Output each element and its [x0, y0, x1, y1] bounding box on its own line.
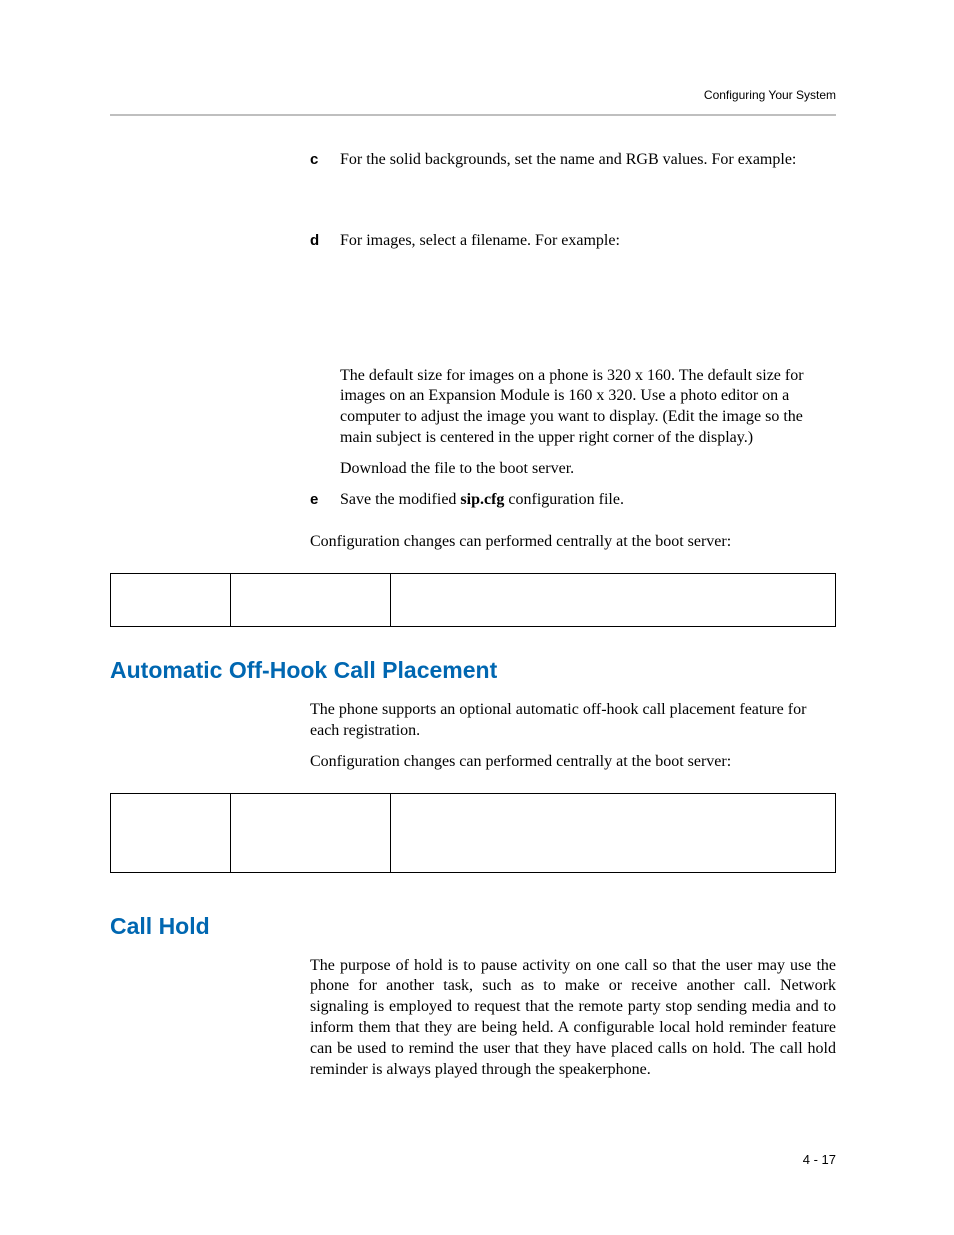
callhold-body: The purpose of hold is to pause activity…	[310, 956, 836, 1081]
running-header: Configuring Your System	[704, 88, 836, 102]
step-e-bold: sip.cfg	[460, 491, 504, 508]
step-e-after: configuration file.	[504, 491, 624, 508]
example-gap	[310, 252, 836, 356]
steps-block: c For the solid backgrounds, set the nam…	[310, 150, 836, 510]
table-cell	[391, 794, 835, 872]
config-para: Configuration changes can performed cent…	[310, 532, 836, 553]
step-e: e Save the modified sip.cfg configuratio…	[310, 490, 836, 511]
table-cell	[391, 574, 835, 626]
step-text: Save the modified sip.cfg configuration …	[340, 490, 624, 511]
header-rule	[110, 114, 836, 116]
page-number: 4 - 17	[803, 1152, 836, 1167]
table-cell	[111, 574, 231, 626]
table-cell	[231, 574, 391, 626]
offhook-para2: Configuration changes can performed cent…	[310, 752, 836, 773]
offhook-body: The phone supports an optional automatic…	[310, 700, 836, 772]
config-table-2	[110, 793, 836, 873]
page: Configuring Your System c For the solid …	[0, 0, 954, 1235]
step-e-before: Save the modified	[340, 491, 460, 508]
step-marker: d	[310, 231, 322, 252]
step-marker: c	[310, 150, 322, 171]
table-cell	[231, 794, 391, 872]
offhook-para1: The phone supports an optional automatic…	[310, 700, 836, 742]
step-marker: e	[310, 490, 322, 511]
step-d-para2: Download the file to the boot server.	[340, 459, 836, 480]
post-steps-para: Configuration changes can performed cent…	[310, 532, 836, 553]
content-area: c For the solid backgrounds, set the nam…	[110, 150, 836, 1080]
table-cell	[111, 794, 231, 872]
callhold-para1: The purpose of hold is to pause activity…	[310, 956, 836, 1081]
step-text: For images, select a filename. For examp…	[340, 231, 620, 252]
heading-callhold: Call Hold	[110, 913, 836, 940]
step-d: d For images, select a filename. For exa…	[310, 231, 836, 252]
step-text: For the solid backgrounds, set the name …	[340, 150, 796, 171]
heading-offhook: Automatic Off-Hook Call Placement	[110, 657, 836, 684]
step-c: c For the solid backgrounds, set the nam…	[310, 150, 836, 171]
step-d-para1: The default size for images on a phone i…	[340, 366, 836, 449]
config-table-1	[110, 573, 836, 627]
